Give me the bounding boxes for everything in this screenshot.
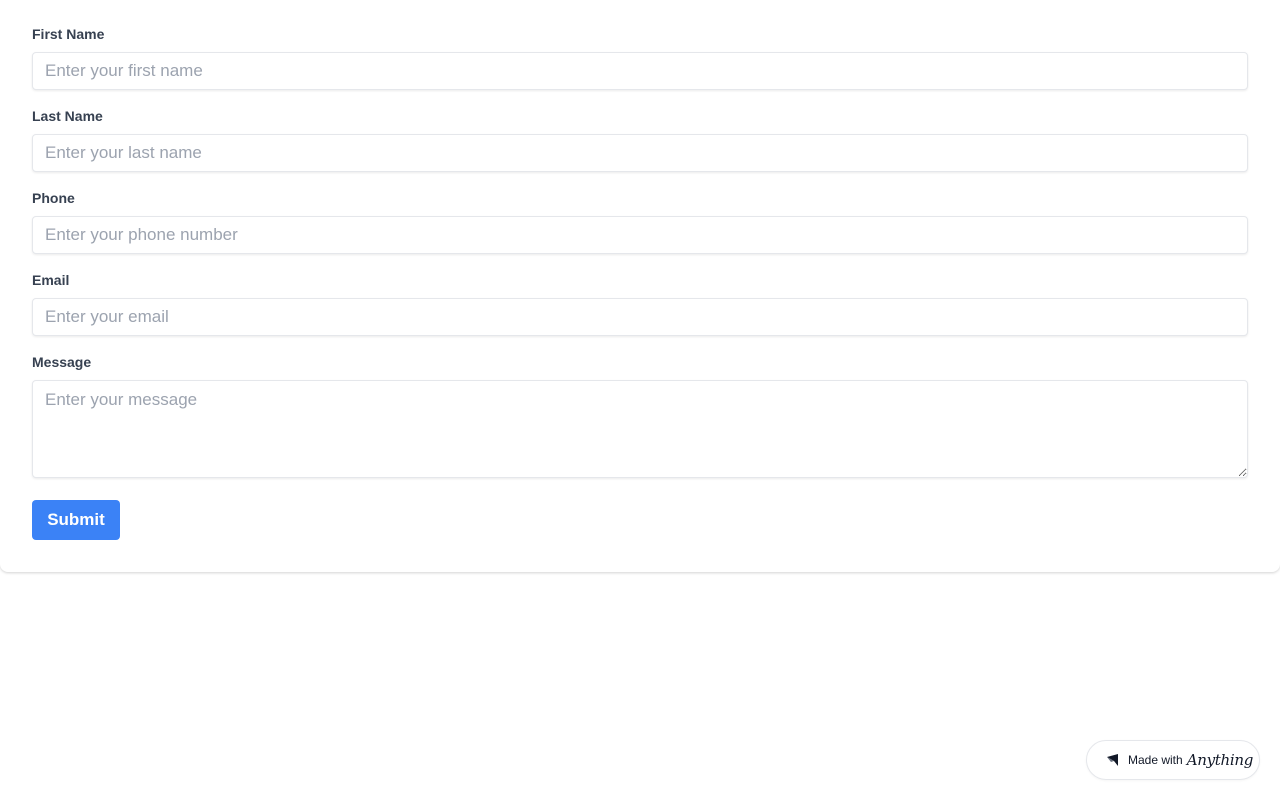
made-with-anything-badge[interactable]: Made with Anything xyxy=(1086,740,1260,780)
phone-input[interactable] xyxy=(32,216,1248,254)
first-name-label: First Name xyxy=(32,26,105,42)
last-name-field: Last Name xyxy=(32,106,1248,172)
first-name-input[interactable] xyxy=(32,52,1248,90)
email-label: Email xyxy=(32,272,70,288)
submit-button[interactable]: Submit xyxy=(32,500,120,540)
first-name-field: First Name xyxy=(32,24,1248,90)
email-field: Email xyxy=(32,270,1248,336)
email-input[interactable] xyxy=(32,298,1248,336)
last-name-input[interactable] xyxy=(32,134,1248,172)
phone-label: Phone xyxy=(32,190,75,206)
badge-made-with-text: Made with xyxy=(1128,753,1183,767)
message-label: Message xyxy=(32,354,92,370)
anything-logo-icon xyxy=(1105,752,1121,768)
message-field: Message xyxy=(32,352,1248,478)
phone-field: Phone xyxy=(32,188,1248,254)
contact-form: First Name Last Name Phone Email Message… xyxy=(0,0,1280,572)
badge-brand-text: Anything xyxy=(1186,751,1254,769)
last-name-label: Last Name xyxy=(32,108,103,124)
message-textarea[interactable] xyxy=(32,380,1248,478)
